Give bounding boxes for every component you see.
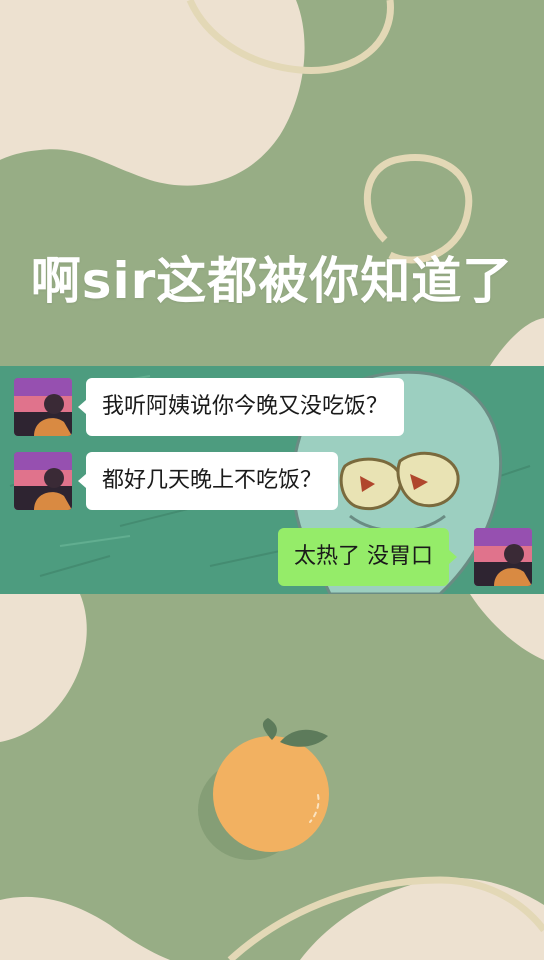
avatar-other[interactable]	[14, 452, 72, 510]
cream-wave-bottom-right	[300, 878, 544, 960]
cream-blob-top	[0, 0, 305, 186]
cream-blob-bottom-right	[470, 594, 544, 660]
cream-blob-bottom	[0, 896, 170, 960]
incoming-message-bubble: 我听阿姨说你今晚又没吃饭？	[77, 378, 405, 436]
cream-blob-left	[0, 594, 87, 742]
avatar-sunset-photo	[474, 528, 532, 586]
avatar-other[interactable]	[14, 378, 72, 436]
chat-panel: 我听阿姨说你今晚又没吃饭？ 都好几天晚上不吃饭？ 太热了 没胃口	[0, 366, 544, 594]
page-title: 啊sir这都被你知道了	[30, 252, 514, 310]
avatar-sunset-photo	[14, 378, 72, 436]
outgoing-message-bubble: 太热了 没胃口	[278, 528, 457, 586]
incoming-message-bubble: 都好几天晚上不吃饭？	[77, 452, 339, 510]
orange-fruit-icon	[198, 718, 329, 860]
avatar-self[interactable]	[474, 528, 532, 586]
cream-blob-right	[490, 318, 544, 366]
outline-ring	[363, 153, 473, 264]
avatar-sunset-photo	[14, 452, 72, 510]
